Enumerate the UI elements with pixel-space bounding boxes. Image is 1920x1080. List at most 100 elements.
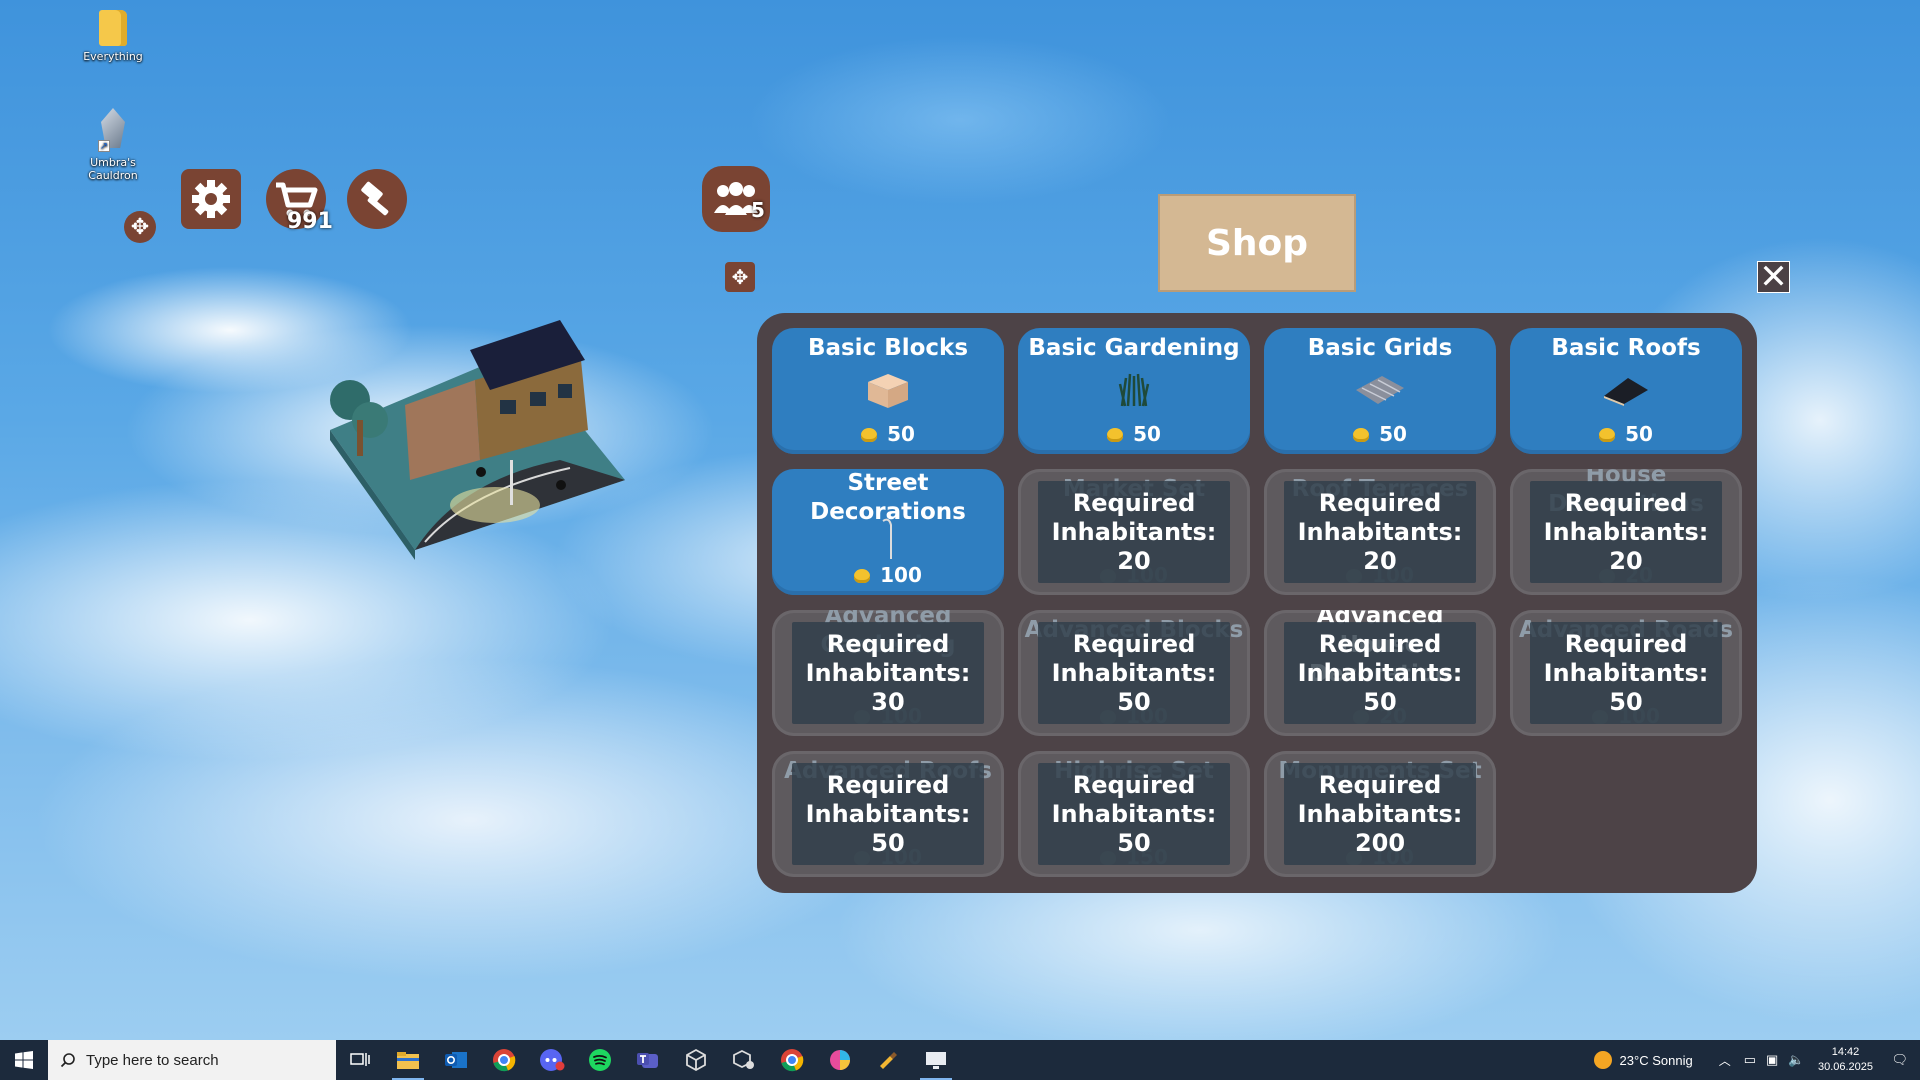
move-handle-icon[interactable]: ✥ xyxy=(725,262,755,292)
file-explorer-button[interactable] xyxy=(384,1040,432,1080)
desktop-icon-everything[interactable]: Everything xyxy=(68,10,158,63)
paint-app-button[interactable] xyxy=(816,1040,864,1080)
requirement-text: Required Inhabitants: 20 xyxy=(1297,488,1463,575)
card-title: Basic Blocks xyxy=(807,335,969,361)
windows-icon xyxy=(15,1051,33,1069)
discord-button[interactable] xyxy=(528,1040,576,1080)
roof-icon xyxy=(1604,378,1648,406)
shop-card-advanced-roads: Advanced Roads 100 Required Inhabitants:… xyxy=(1510,610,1742,736)
chevron-up-icon[interactable]: ︿ xyxy=(1719,1052,1731,1069)
streetlamp-icon xyxy=(882,518,892,559)
shop-card-street-decorations[interactable]: Street Decorations 100 xyxy=(772,469,1004,595)
chrome-button[interactable] xyxy=(480,1040,528,1080)
clock[interactable]: 14:42 30.06.2025 xyxy=(1809,1045,1881,1075)
teams-button[interactable] xyxy=(624,1040,672,1080)
shop-card-basic-grids[interactable]: Basic Grids 50 xyxy=(1264,328,1496,454)
shop-card-advanced-roofs: Advanced Roofs 100 Required Inhabitants:… xyxy=(772,751,1004,877)
lock-overlay: Required Inhabitants: 200 xyxy=(1284,763,1476,865)
notification-icon[interactable]: 🗨 xyxy=(1891,1052,1908,1068)
shop-card-highrise-set: Highrise Set 150 Required Inhabitants: 5… xyxy=(1018,751,1250,877)
settings-button[interactable] xyxy=(181,169,241,229)
requirement-text: Required Inhabitants: 200 xyxy=(1297,770,1463,857)
close-shop-button[interactable]: ✕ xyxy=(1757,260,1790,294)
volume-icon[interactable]: 🔈 xyxy=(1788,1052,1804,1068)
price-value: 100 xyxy=(880,563,922,587)
desktop-icon-label: Everything xyxy=(83,50,143,63)
game-app-button[interactable] xyxy=(864,1040,912,1080)
unity-icon xyxy=(686,1048,706,1072)
search-icon xyxy=(60,1053,75,1068)
requirement-text: Required Inhabitants: 30 xyxy=(805,629,971,716)
card-price: 50 xyxy=(1264,422,1496,446)
meet-now-icon[interactable]: ▭ xyxy=(1744,1052,1756,1068)
card-price: 50 xyxy=(1018,422,1250,446)
lock-overlay: Required Inhabitants: 20 xyxy=(1038,481,1230,583)
requirement-text: Required Inhabitants: 50 xyxy=(1051,770,1217,857)
requirement-text: Required Inhabitants: 50 xyxy=(1297,629,1463,716)
taskbar-search[interactable]: Type here to search xyxy=(48,1040,336,1080)
lock-overlay: Required Inhabitants: 50 xyxy=(1038,622,1230,724)
card-title: Basic Roofs xyxy=(1551,335,1701,361)
desktop-icon-label: Umbra's Cauldron xyxy=(88,156,138,182)
build-hammer-button[interactable] xyxy=(347,169,407,229)
desktop-icon-umbras-cauldron[interactable]: ↗ Umbra's Cauldron xyxy=(68,108,158,182)
price-value: 50 xyxy=(887,422,915,446)
unity-editor-button[interactable] xyxy=(720,1040,768,1080)
folder-icon xyxy=(397,1052,419,1069)
coin-bag-icon xyxy=(861,428,878,442)
price-value: 50 xyxy=(1133,422,1161,446)
shop-card-advanced-house-decoration: Advanced House Decoration 20 Required In… xyxy=(1264,610,1496,736)
gear-icon xyxy=(192,180,230,218)
crystal-icon: ↗ xyxy=(98,108,128,152)
grid-icon xyxy=(1356,376,1404,404)
requirement-text: Required Inhabitants: 50 xyxy=(1543,629,1709,716)
network-icon[interactable]: ▣ xyxy=(1766,1052,1778,1068)
shop-card-market-set: Market Set 100 Required Inhabitants: 20 xyxy=(1018,469,1250,595)
lock-overlay: Required Inhabitants: 50 xyxy=(1530,622,1722,724)
shop-card-basic-roofs[interactable]: Basic Roofs 50 xyxy=(1510,328,1742,454)
taskbar: Type here to search 23°C Sonnig ︿ ▭ ▣ 🔈 … xyxy=(0,1040,1920,1080)
shop-card-basic-gardening[interactable]: Basic Gardening 50 xyxy=(1018,328,1250,454)
move-handle-icon[interactable]: ✥ xyxy=(124,211,156,243)
folder-icon xyxy=(99,10,127,46)
start-button[interactable] xyxy=(0,1040,48,1080)
shortcut-arrow-icon: ↗ xyxy=(98,140,110,152)
color-wheel-icon xyxy=(830,1050,850,1070)
weather-widget[interactable]: 23°C Sonnig xyxy=(1593,1051,1693,1069)
chrome-icon xyxy=(493,1049,516,1072)
sun-icon xyxy=(1593,1051,1612,1069)
spotify-icon xyxy=(589,1049,611,1071)
clock-date: 30.06.2025 xyxy=(1817,1061,1874,1073)
shop-card-house-decorations: House Decorations 20 Required Inhabitant… xyxy=(1510,469,1742,595)
clock-time: 14:42 xyxy=(1831,1046,1860,1058)
chrome-icon xyxy=(781,1049,804,1072)
lock-overlay: Required Inhabitants: 20 xyxy=(1530,481,1722,583)
card-price: 50 xyxy=(772,422,1004,446)
cart-count: 991 xyxy=(287,209,333,234)
unity-cube-icon xyxy=(733,1049,754,1069)
unity-hub-button[interactable] xyxy=(672,1040,720,1080)
coin-bag-icon xyxy=(1353,428,1370,442)
discord-icon xyxy=(540,1049,565,1071)
outlook-icon xyxy=(445,1052,467,1068)
requirement-text: Required Inhabitants: 50 xyxy=(1051,629,1217,716)
inhabitants-count: 5 xyxy=(751,198,765,222)
umbras-cauldron-button[interactable] xyxy=(912,1040,960,1080)
coin-bag-icon xyxy=(1599,428,1616,442)
outlook-button[interactable] xyxy=(432,1040,480,1080)
shop-card-roof-terraces: Roof Terraces 100 Required Inhabitants: … xyxy=(1264,469,1496,595)
monitor-icon xyxy=(926,1052,946,1069)
lock-overlay: Required Inhabitants: 30 xyxy=(792,622,984,724)
lock-overlay: Required Inhabitants: 50 xyxy=(792,763,984,865)
brush-icon xyxy=(880,1052,897,1069)
shop-card-monuments-set: Monuments Set 100 Required Inhabitants: … xyxy=(1264,751,1496,877)
card-title: Basic Gardening xyxy=(1028,335,1240,361)
shop-card-advanced-blocks: Advanced Blocks 100 Required Inhabitants… xyxy=(1018,610,1250,736)
spotify-button[interactable] xyxy=(576,1040,624,1080)
chrome-profile-button[interactable] xyxy=(768,1040,816,1080)
task-view-button[interactable] xyxy=(336,1040,384,1080)
shop-card-advanced-gardening: Advanced Gardening 100 Required Inhabita… xyxy=(772,610,1004,736)
search-placeholder: Type here to search xyxy=(86,1051,219,1069)
shop-card-basic-blocks[interactable]: Basic Blocks 50 xyxy=(772,328,1004,454)
requirement-text: Required Inhabitants: 20 xyxy=(1543,488,1709,575)
